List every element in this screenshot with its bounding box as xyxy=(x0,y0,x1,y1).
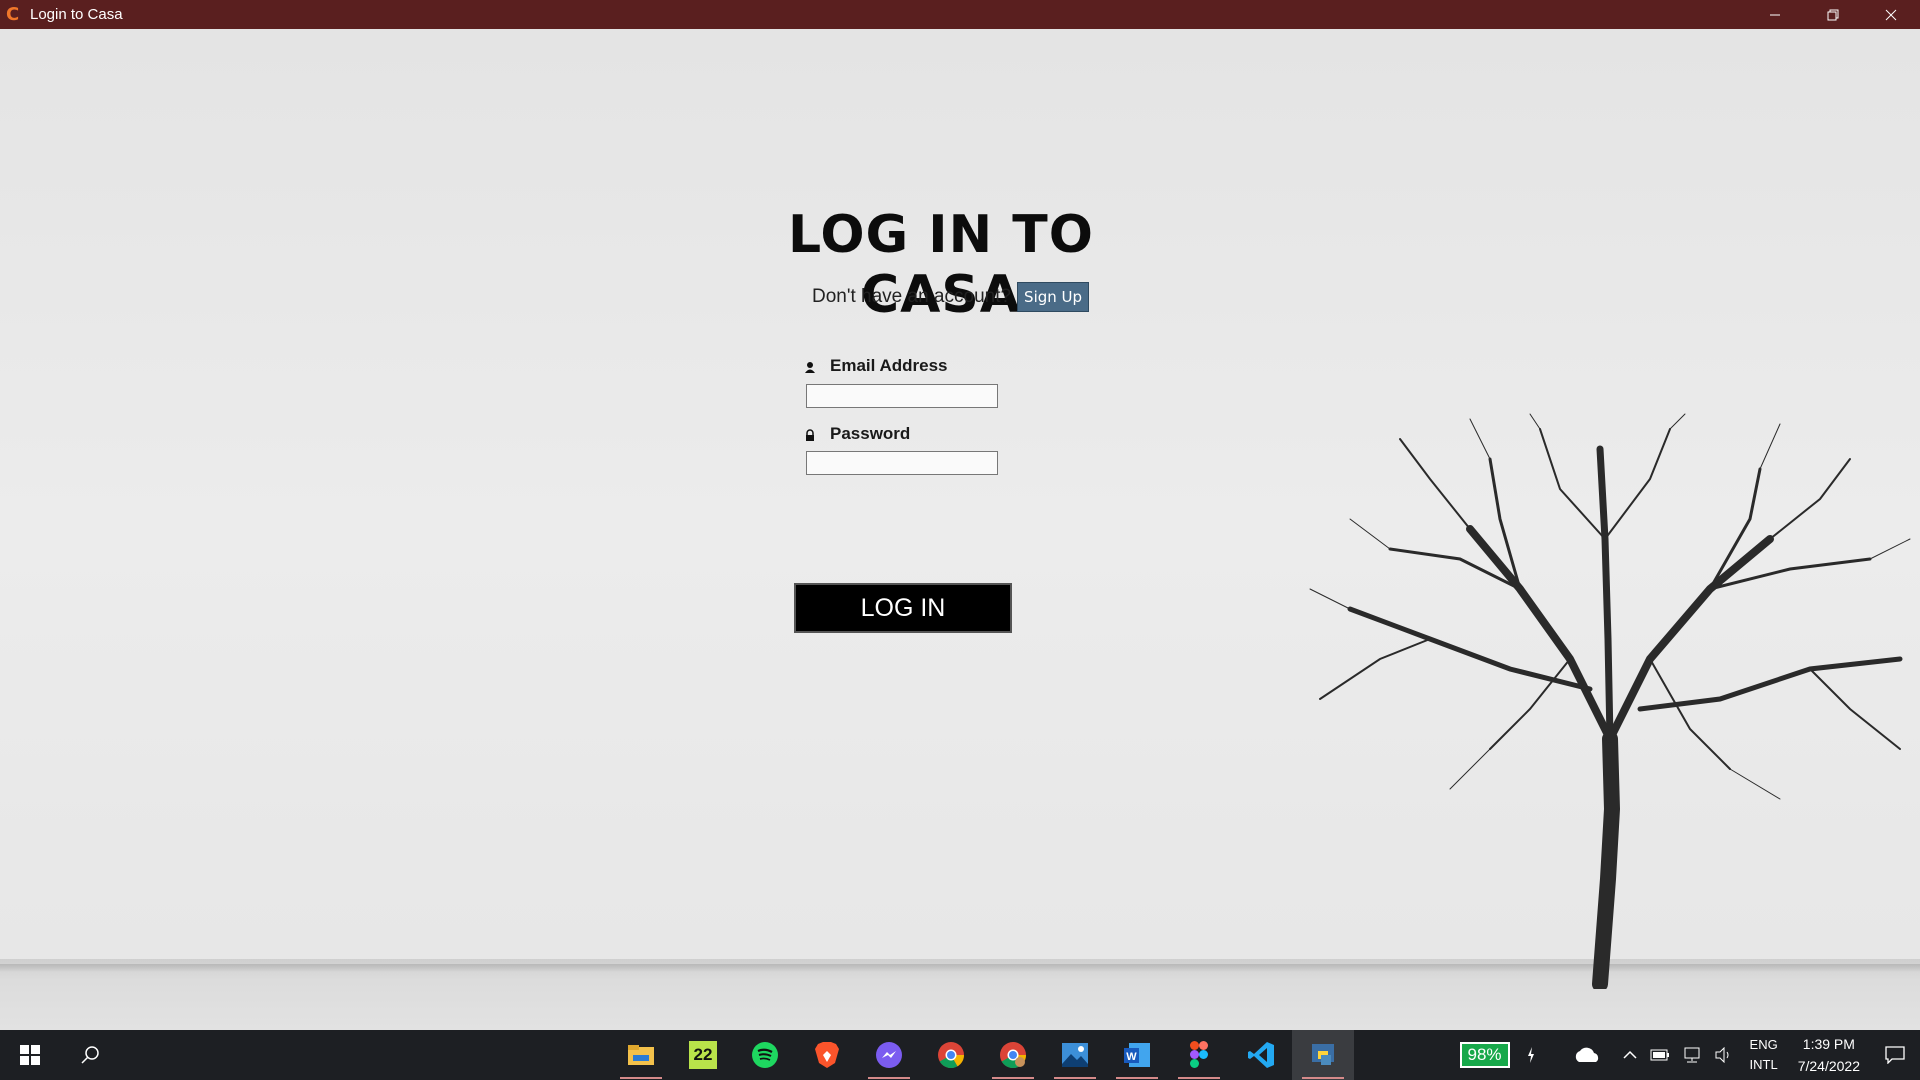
start-button[interactable] xyxy=(0,1030,60,1080)
brave-icon xyxy=(815,1042,839,1068)
taskbar-spotify[interactable] xyxy=(734,1030,796,1080)
notification-center-button[interactable] xyxy=(1870,1030,1920,1080)
twenty-two-app-icon: 22 xyxy=(689,1041,717,1069)
close-button[interactable] xyxy=(1862,0,1920,29)
restore-button[interactable] xyxy=(1804,0,1862,29)
volume-icon[interactable] xyxy=(1714,1047,1734,1063)
email-label: Email Address xyxy=(830,356,948,375)
password-label-row: Password xyxy=(804,424,910,444)
network-icon[interactable] xyxy=(1682,1047,1702,1063)
taskbar-brave[interactable] xyxy=(796,1030,858,1080)
windows-icon xyxy=(20,1045,40,1065)
minimize-button[interactable] xyxy=(1746,0,1804,29)
taskbar-python[interactable] xyxy=(1292,1030,1354,1080)
clock-date: 7/24/2022 xyxy=(1797,1058,1860,1074)
taskbar-figma[interactable] xyxy=(1168,1030,1230,1080)
window-title: Login to Casa xyxy=(30,6,123,23)
signup-row: Don't have an account? Sign Up xyxy=(812,282,1090,312)
messenger-icon xyxy=(876,1042,902,1068)
word-icon: W xyxy=(1124,1043,1150,1067)
signup-prompt: Don't have an account? xyxy=(812,286,1012,307)
taskbar-chrome-profile[interactable] xyxy=(982,1030,1044,1080)
chevron-up-icon[interactable] xyxy=(1622,1050,1638,1060)
file-explorer-icon xyxy=(628,1045,654,1065)
taskbar-messenger[interactable] xyxy=(858,1030,920,1080)
photos-icon xyxy=(1062,1043,1088,1067)
python-icon xyxy=(1312,1044,1334,1065)
lock-icon xyxy=(804,427,818,441)
svg-text:W: W xyxy=(1126,1051,1137,1063)
minimize-icon xyxy=(1770,14,1780,15)
sign-up-button[interactable]: Sign Up xyxy=(1017,282,1090,312)
email-field[interactable] xyxy=(806,384,998,408)
user-icon xyxy=(804,359,818,373)
page-title: LOG IN TO CASA xyxy=(788,205,1094,325)
chrome-profile-icon xyxy=(1000,1042,1027,1069)
onedrive-icon[interactable] xyxy=(1572,1046,1602,1064)
figma-icon xyxy=(1190,1041,1208,1068)
close-icon xyxy=(1885,9,1897,20)
battery-charging-icon[interactable] xyxy=(1526,1046,1536,1064)
input-language[interactable]: ENG INTL xyxy=(1750,1035,1778,1075)
email-label-row: Email Address xyxy=(804,356,947,376)
spotify-icon xyxy=(752,1042,778,1068)
notification-icon xyxy=(1885,1046,1905,1064)
keyboard-layout: INTL xyxy=(1749,1057,1778,1072)
login-window-content: LOG IN TO CASA Don't have an account? Si… xyxy=(0,29,1920,1030)
window-controls xyxy=(1746,0,1920,29)
clock[interactable]: 1:39 PM 7/24/2022 xyxy=(1798,1033,1860,1077)
chrome-icon xyxy=(938,1042,965,1069)
battery-percent-badge[interactable]: 98% xyxy=(1459,1042,1510,1068)
taskbar-word[interactable]: W xyxy=(1106,1030,1168,1080)
search-button[interactable] xyxy=(60,1030,120,1080)
password-label: Password xyxy=(830,424,911,443)
taskbar-apps: 22 W xyxy=(610,1030,1354,1080)
system-tray: 98% ENG INTL 1:39 PM 7/24/2022 xyxy=(1459,1030,1920,1080)
app-icon: C xyxy=(6,3,20,25)
title-bar: C Login to Casa xyxy=(0,0,1920,29)
battery-icon[interactable] xyxy=(1650,1048,1670,1062)
password-field[interactable] xyxy=(806,451,998,475)
taskbar-photos[interactable] xyxy=(1044,1030,1106,1080)
bare-tree-image xyxy=(1309,413,1911,989)
restore-icon xyxy=(1827,9,1839,20)
taskbar-22-app[interactable]: 22 xyxy=(672,1030,734,1080)
taskbar: 22 W 98% ENG INTL 1:39 PM 7/24/2022 xyxy=(0,1030,1920,1080)
search-icon xyxy=(81,1046,99,1064)
taskbar-vscode[interactable] xyxy=(1230,1030,1292,1080)
vscode-icon xyxy=(1248,1042,1274,1068)
clock-time: 1:39 PM xyxy=(1802,1036,1855,1052)
taskbar-chrome[interactable] xyxy=(920,1030,982,1080)
taskbar-file-explorer[interactable] xyxy=(610,1030,672,1080)
language-code: ENG xyxy=(1749,1037,1778,1052)
login-button[interactable]: LOG IN xyxy=(794,583,1012,633)
